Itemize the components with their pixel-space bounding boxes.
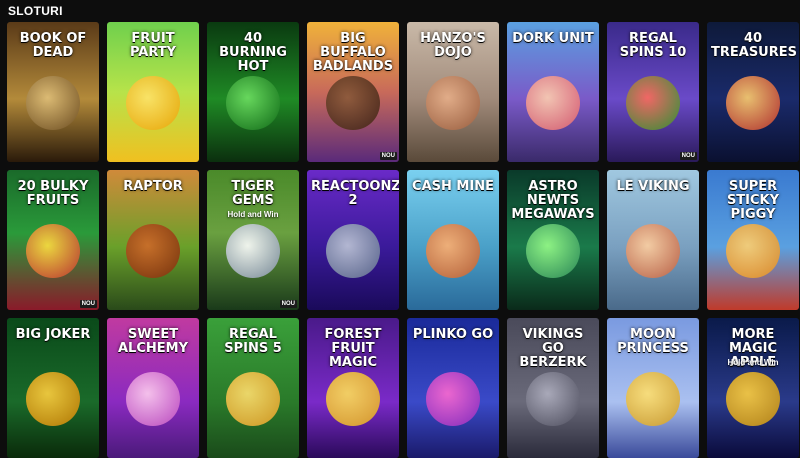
- game-tile[interactable]: 20 Bulky Fruits NOU: [7, 170, 99, 310]
- game-artwork: [326, 224, 380, 279]
- game-tile[interactable]: Le Viking: [607, 170, 699, 310]
- game-title: Regal Spins 10: [619, 31, 687, 60]
- game-title: Big Buffalo Badlands: [312, 31, 394, 74]
- game-artwork: [26, 76, 80, 131]
- game-artwork: [426, 372, 480, 427]
- game-title: Big Joker: [15, 327, 91, 342]
- game-artwork: [326, 76, 380, 131]
- game-tile[interactable]: Raptor: [107, 170, 199, 310]
- game-artwork: [226, 76, 280, 131]
- new-badge: NOU: [79, 300, 97, 308]
- game-artwork: [426, 224, 480, 279]
- game-tile[interactable]: 40 Burning Hot: [207, 22, 299, 162]
- game-tile[interactable]: Vikings go Berzerk: [507, 318, 599, 458]
- game-tile[interactable]: Dork Unit: [507, 22, 599, 162]
- game-tile[interactable]: Hanzo's Dojo: [407, 22, 499, 162]
- game-title: Le Viking: [616, 179, 690, 194]
- game-title: Moon Princess: [617, 327, 689, 356]
- game-tile[interactable]: Astro Newts Megaways: [507, 170, 599, 310]
- game-title: Hanzo's Dojo: [420, 31, 486, 60]
- game-artwork: [726, 224, 780, 279]
- new-badge: NOU: [679, 152, 697, 160]
- game-artwork: [626, 224, 680, 279]
- game-artwork: [26, 224, 80, 279]
- game-title: Vikings go Berzerk: [519, 327, 587, 370]
- game-artwork: [626, 372, 680, 427]
- game-artwork: [726, 76, 780, 131]
- game-title: Sweet Alchemy: [118, 327, 188, 356]
- game-tile[interactable]: Sweet Alchemy: [107, 318, 199, 458]
- game-title: Cash Mine: [412, 179, 494, 194]
- game-tile[interactable]: Reactoonz 2: [307, 170, 399, 310]
- game-title: Tiger Gems: [231, 179, 275, 208]
- game-tile[interactable]: Big Joker: [7, 318, 99, 458]
- game-title: Regal Spins 5: [224, 327, 282, 356]
- game-title: Fruit Party: [129, 31, 177, 60]
- game-title: Raptor: [123, 179, 183, 194]
- game-tile[interactable]: Fruit Party: [107, 22, 199, 162]
- game-artwork: [26, 372, 80, 427]
- game-tile[interactable]: Big Buffalo Badlands NOU: [307, 22, 399, 162]
- game-title: 40 Treasures: [711, 31, 797, 60]
- game-artwork: [526, 372, 580, 427]
- game-tile[interactable]: Super Sticky Piggy: [707, 170, 799, 310]
- game-title: Book of Dead: [19, 31, 87, 60]
- game-title: Reactoonz 2: [311, 179, 399, 208]
- game-title: Forest Fruit Magic: [324, 327, 382, 370]
- game-artwork: [226, 372, 280, 427]
- game-tile[interactable]: Moon Princess: [607, 318, 699, 458]
- game-tile[interactable]: Book of Dead: [7, 22, 99, 162]
- game-tile[interactable]: 40 Treasures: [707, 22, 799, 162]
- game-tile[interactable]: More Magic Apple Hold and Win: [707, 318, 799, 458]
- game-tile[interactable]: Cash Mine: [407, 170, 499, 310]
- game-artwork: [326, 372, 380, 427]
- game-grid: Book of Dead Fruit Party 40 Burning Hot Big…: [7, 22, 799, 458]
- game-tile[interactable]: Regal Spins 5: [207, 318, 299, 458]
- game-artwork: [526, 224, 580, 279]
- game-artwork: [726, 372, 780, 427]
- game-title: Super Sticky Piggy: [726, 179, 780, 222]
- game-artwork: [126, 372, 180, 427]
- game-artwork: [426, 76, 480, 131]
- game-tile[interactable]: Forest Fruit Magic: [307, 318, 399, 458]
- game-title: Plinko Go: [412, 327, 494, 342]
- game-title: Astro Newts Megaways: [511, 179, 595, 222]
- game-title: 20 Bulky Fruits: [17, 179, 89, 208]
- game-tile[interactable]: Regal Spins 10 NOU: [607, 22, 699, 162]
- game-artwork: [626, 76, 680, 131]
- game-artwork: [526, 76, 580, 131]
- game-artwork: [126, 224, 180, 279]
- game-tile[interactable]: Plinko Go: [407, 318, 499, 458]
- game-subtitle: Hold and Win: [727, 358, 779, 367]
- new-badge: NOU: [279, 300, 297, 308]
- game-title: 40 Burning Hot: [219, 31, 287, 74]
- game-title: Dork Unit: [512, 31, 594, 46]
- game-subtitle: Hold and Win: [227, 210, 279, 219]
- game-artwork: [126, 76, 180, 131]
- section-title: SLOTURI: [8, 4, 63, 18]
- game-tile[interactable]: Tiger Gems Hold and Win NOU: [207, 170, 299, 310]
- game-artwork: [226, 224, 280, 279]
- new-badge: NOU: [379, 152, 397, 160]
